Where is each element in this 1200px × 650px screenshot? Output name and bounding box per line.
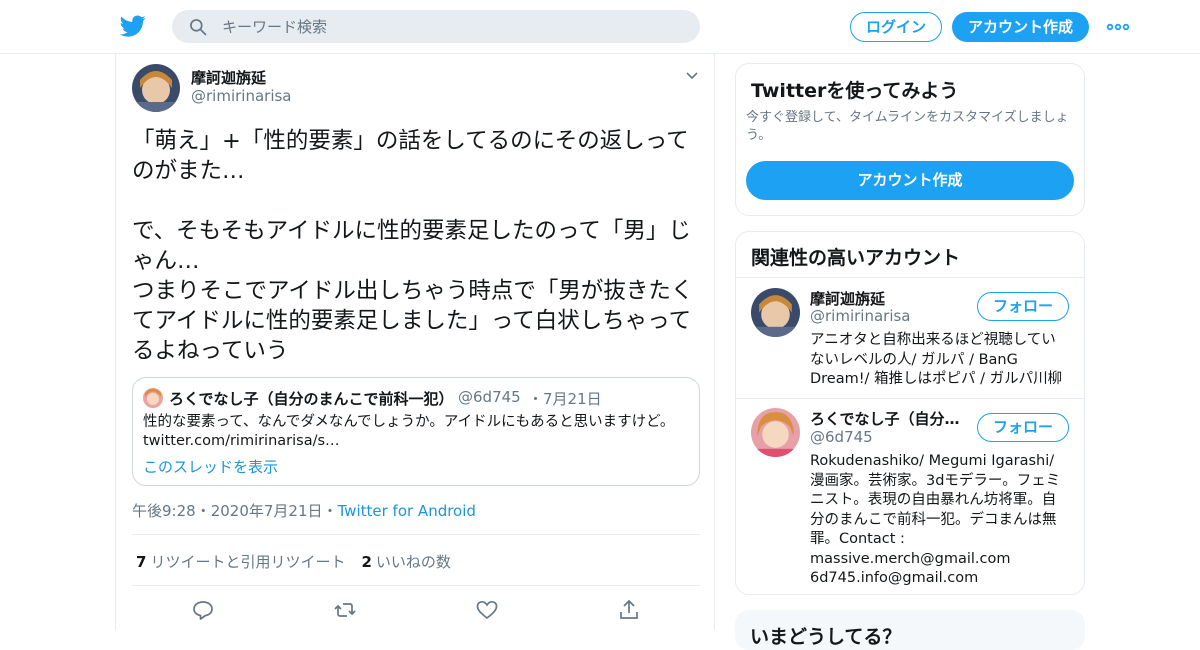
account-handle[interactable]: @rimirinarisa	[810, 307, 911, 325]
signup-button[interactable]: アカウント作成	[952, 12, 1089, 42]
like-stat[interactable]: 2 いいねの数	[361, 553, 450, 571]
show-thread-link[interactable]: このスレッドを表示	[143, 456, 278, 477]
account-avatar[interactable]	[751, 288, 800, 337]
whats-happening-title: いまどうしてる？	[750, 626, 902, 648]
related-accounts-card: 関連性の高いアカウント 摩訶迦旃延 @rimirinarisa フォロー アニオ…	[735, 231, 1085, 595]
follow-button[interactable]: フォロー	[977, 413, 1069, 442]
like-label: いいねの数	[375, 553, 451, 571]
tweet-text: 「萌え」+「性的要素」の話をしてるのにその返しってのがまた… で、そもそもアイド…	[132, 128, 694, 364]
more-options-icon[interactable]	[1106, 19, 1130, 35]
author-handle[interactable]: @rimirinarisa	[191, 87, 292, 105]
follow-button[interactable]: フォロー	[977, 292, 1069, 321]
account-bio: アニオタと自称出来るほど視聴していないレベルの人/ ガルパ / BanG Dre…	[810, 332, 1063, 387]
account-avatar[interactable]	[751, 408, 800, 457]
signup-promo-title: Twitterを使ってみよう	[751, 80, 959, 102]
account-handle[interactable]: @6d745	[810, 428, 873, 446]
divider	[132, 534, 700, 535]
divider	[736, 398, 1084, 399]
search-input[interactable]	[222, 10, 682, 43]
quoted-author-name: ろくでなし子（自分のまんこで前科一犯）	[169, 390, 454, 408]
divider	[736, 277, 1084, 278]
reply-icon[interactable]	[191, 598, 215, 622]
login-button[interactable]: ログイン	[850, 12, 942, 42]
retweet-icon[interactable]	[333, 598, 357, 622]
account-name[interactable]: 摩訶迦旃延	[810, 288, 885, 309]
share-icon[interactable]	[617, 598, 641, 622]
tweet-source[interactable]: Twitter for Android	[338, 502, 476, 520]
quoted-author-avatar	[143, 388, 163, 408]
quoted-tweet-date: ・7月21日	[528, 390, 602, 408]
signup-promo-subtitle: 今すぐ登録して、タイムラインをカスタマイズしましょう。	[746, 110, 1069, 143]
quoted-tweet-text: 性的な要素って、なんでダメなんでしょうか。アイドルにもあると思いますけど。 tw…	[143, 413, 683, 451]
retweet-label: リツイートと引用リツイート	[150, 553, 346, 571]
signup-promo-card: Twitterを使ってみよう 今すぐ登録して、タイムラインをカスタマイズしましょ…	[735, 63, 1085, 216]
author-avatar[interactable]	[132, 64, 180, 112]
quoted-tweet[interactable]: ろくでなし子（自分のまんこで前科一犯） @6d745 ・7月21日 性的な要素っ…	[132, 377, 700, 486]
retweet-stat[interactable]: 7 リツイートと引用リツイート	[136, 553, 345, 571]
chevron-down-icon[interactable]	[684, 70, 700, 82]
tweet-date[interactable]: ・2020年7月21日・	[196, 502, 338, 520]
search-bar[interactable]	[172, 10, 700, 43]
like-count: 2	[361, 553, 372, 571]
account-bio: Rokudenashiko/ Megumi Igarashi/ 漫画家。芸術家。…	[810, 453, 1061, 586]
top-navigation-bar: ログイン アカウント作成	[0, 0, 1200, 54]
divider	[132, 585, 700, 586]
tweet-stats: 7 リツイートと引用リツイート 2 いいねの数	[136, 551, 451, 572]
tweet-actions	[116, 594, 716, 624]
quoted-tweet-link[interactable]: twitter.com/rimirinarisa/s…	[143, 433, 340, 449]
whats-happening-card: いまどうしてる？	[735, 610, 1085, 650]
like-heart-icon[interactable]	[475, 598, 499, 622]
related-accounts-title: 関連性の高いアカウント	[751, 247, 961, 269]
tweet-metadata: 午後9:28・2020年7月21日・Twitter for Android	[132, 500, 476, 521]
account-name[interactable]: ろくでなし子（自分…	[810, 408, 960, 429]
retweet-count: 7	[136, 553, 147, 571]
search-icon	[190, 19, 207, 36]
tweet-detail: 摩訶迦旃延 @rimirinarisa 「萌え」+「性的要素」の話をしてるのにそ…	[115, 54, 715, 630]
tweet-time[interactable]: 午後9:28	[132, 502, 196, 520]
author-name[interactable]: 摩訶迦旃延	[191, 67, 266, 88]
quoted-author-handle: @6d745	[458, 388, 521, 406]
quoted-tweet-body: 性的な要素って、なんでダメなんでしょうか。アイドルにもあると思いますけど。	[143, 414, 675, 430]
signup-card-button[interactable]: アカウント作成	[746, 161, 1074, 200]
twitter-bird-icon[interactable]	[120, 13, 146, 39]
